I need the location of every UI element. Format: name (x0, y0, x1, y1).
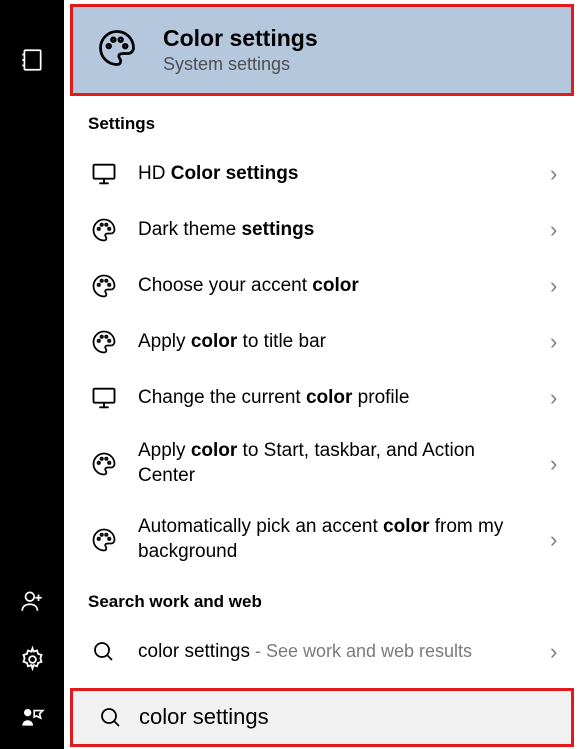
people-icon[interactable] (6, 575, 58, 627)
best-match-title: Color settings (163, 25, 318, 52)
section-header: Search work and web (64, 578, 580, 624)
result-label: color settings - See work and web result… (138, 640, 532, 665)
result-row[interactable]: Apply color to title bar › (64, 314, 580, 370)
chevron-right-icon: › (550, 385, 568, 411)
search-sidebar (0, 0, 64, 749)
chevron-right-icon: › (550, 527, 568, 553)
palette-icon (95, 26, 143, 75)
monitor-icon (88, 160, 120, 188)
gear-icon[interactable] (6, 633, 58, 685)
chevron-right-icon: › (550, 639, 568, 665)
result-row[interactable]: Dark theme settings › (64, 202, 580, 258)
best-match-result[interactable]: Color settings System settings (70, 4, 574, 96)
palette-icon (88, 272, 120, 300)
journal-icon[interactable] (6, 34, 58, 86)
result-row[interactable]: Choose your accent color › (64, 258, 580, 314)
result-label: Apply color to title bar (138, 330, 532, 355)
chevron-right-icon: › (550, 273, 568, 299)
palette-icon (88, 450, 120, 478)
result-row[interactable]: Apply color to Start, taskbar, and Actio… (64, 426, 580, 502)
result-label: Apply color to Start, taskbar, and Actio… (138, 439, 532, 488)
chevron-right-icon: › (550, 161, 568, 187)
search-icon (95, 706, 127, 730)
result-label: Dark theme settings (138, 218, 532, 243)
section-header: Settings (64, 100, 580, 146)
search-icon (88, 640, 120, 664)
search-input-row[interactable]: color settings (70, 688, 574, 747)
chevron-right-icon: › (550, 329, 568, 355)
result-label: HD Color settings (138, 162, 532, 187)
result-row[interactable]: Automatically pick an accent color from … (64, 502, 580, 578)
result-row[interactable]: Change the current color profile › (64, 370, 580, 426)
chevron-right-icon: › (550, 217, 568, 243)
result-label: Change the current color profile (138, 386, 532, 411)
palette-icon (88, 526, 120, 554)
feedback-icon[interactable] (6, 691, 58, 743)
result-row[interactable]: HD Color settings › (64, 146, 580, 202)
best-match-subtitle: System settings (163, 54, 318, 75)
monitor-icon (88, 384, 120, 412)
chevron-right-icon: › (550, 451, 568, 477)
palette-icon (88, 328, 120, 356)
palette-icon (88, 216, 120, 244)
search-input-value: color settings (139, 703, 557, 732)
result-label: Automatically pick an accent color from … (138, 515, 532, 564)
result-label: Choose your accent color (138, 274, 532, 299)
result-row[interactable]: color settings - See work and web result… (64, 624, 580, 680)
search-results-panel: Color settings System settings SettingsH… (64, 0, 580, 749)
